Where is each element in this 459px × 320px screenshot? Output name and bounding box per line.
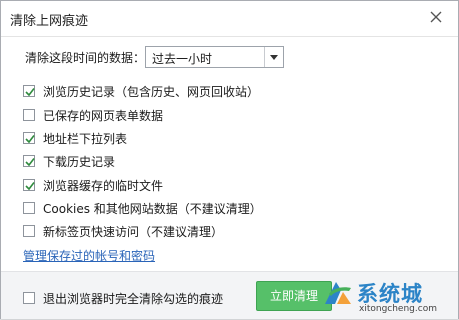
watermark: 系统城 xitongcheng.com: [319, 274, 459, 320]
checkbox-new-tab-quick-access[interactable]: [23, 225, 35, 237]
checkbox-address-bar-list[interactable]: [23, 132, 35, 144]
checkbox-cache-files[interactable]: [23, 179, 35, 191]
option-label: 已保存的网页表单数据: [43, 109, 164, 123]
checkbox-clear-on-exit[interactable]: [23, 292, 35, 304]
checkbox-download-history[interactable]: [23, 155, 35, 167]
clear-browsing-data-dialog: 清除上网痕迹 清除这段时间的数据： 过去一小时 浏览历史记录（包含历史、网页回收…: [0, 0, 459, 319]
manage-passwords-link[interactable]: 管理保存过的帐号和密码: [23, 247, 155, 264]
time-range-select[interactable]: 过去一小时: [145, 46, 284, 68]
checkmark-icon: [25, 158, 35, 167]
brand-logo-icon: [325, 282, 351, 304]
checkbox-cookies[interactable]: [23, 202, 35, 214]
checkmark-icon: [25, 135, 35, 144]
option-label: 退出浏览器时完全清除勾选的痕迹: [43, 292, 224, 306]
option-label: 下载历史记录: [43, 155, 116, 169]
option-label: Cookies 和其他网站数据（不建议清理）: [43, 202, 262, 216]
dialog-title: 清除上网痕迹: [10, 14, 89, 29]
option-label: 新标签页快速访问（不建议清理）: [43, 225, 224, 239]
chevron-down-icon: [270, 55, 278, 60]
time-range-value: 过去一小时: [152, 52, 213, 66]
dialog-titlebar: 清除上网痕迹: [1, 1, 458, 37]
close-icon[interactable]: [428, 9, 444, 25]
checkbox-form-data[interactable]: [23, 109, 35, 121]
checkbox-browsing-history[interactable]: [23, 85, 35, 97]
option-label: 浏览器缓存的临时文件: [43, 179, 164, 193]
checkmark-icon: [25, 182, 35, 191]
option-label: 浏览历史记录（包含历史、网页回收站）: [43, 85, 260, 99]
dropdown-button[interactable]: [264, 47, 283, 67]
option-label: 地址栏下拉列表: [43, 132, 128, 146]
time-range-label: 清除这段时间的数据：: [25, 51, 146, 65]
watermark-url: xitongcheng.com: [359, 304, 437, 314]
checkmark-icon: [25, 88, 35, 97]
